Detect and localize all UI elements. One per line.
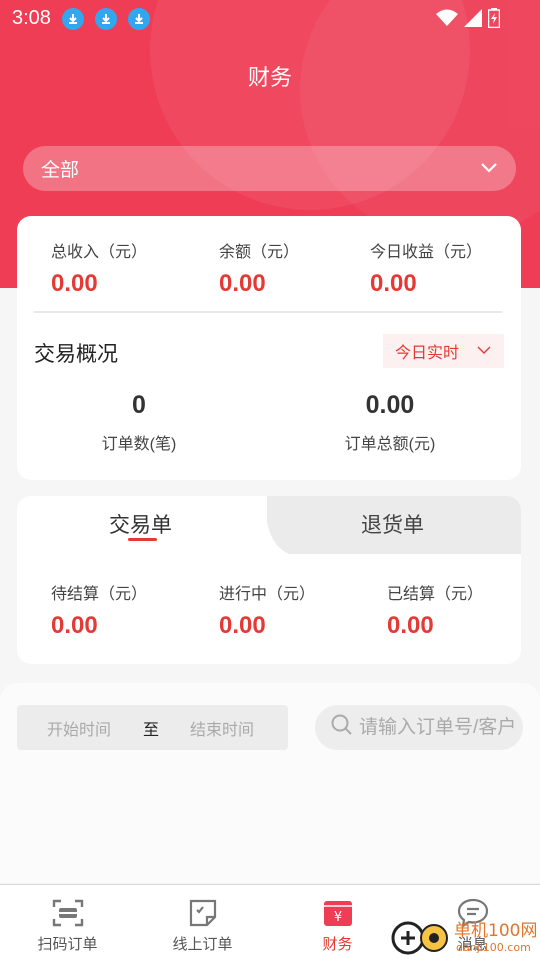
divider (34, 311, 502, 313)
date-separator: 至 (143, 721, 160, 739)
start-date-field[interactable]: 开始时间 (47, 716, 143, 740)
date-range-picker: 开始时间 至 结束时间 (17, 705, 288, 750)
selector-value: 全部 (41, 160, 80, 181)
stat-label: 进行中（元） (219, 586, 316, 603)
tab-divider-curve (249, 496, 289, 554)
tab-transactions[interactable]: 交易单 (109, 509, 172, 539)
tab-label: 线上订单 (172, 936, 233, 953)
order-total-label: 订单总额(元) (344, 436, 436, 453)
stat-label: 余额（元） (219, 244, 300, 261)
time-range-dropdown[interactable]: 今日实时 (383, 334, 504, 368)
order-total-value: 0.00 (365, 391, 415, 419)
tab-returns[interactable]: 退货单 (361, 509, 424, 539)
search-icon (331, 714, 353, 741)
yen-wallet-icon: ¥ (322, 897, 354, 929)
total-income-stat: 总收入（元） 0.00 (51, 238, 147, 298)
end-date-field[interactable]: 结束时间 (190, 716, 280, 740)
status-time: 3:08 (12, 7, 51, 29)
today-earnings-stat: 今日收益（元） 0.00 (370, 238, 482, 298)
page-title: 财务 (247, 65, 292, 90)
tab-label: 财务 (322, 936, 353, 953)
store-selector[interactable]: 全部 (23, 146, 516, 191)
stat-value: 0.00 (51, 612, 98, 639)
stat-value: 0.00 (219, 270, 266, 297)
search-input[interactable] (359, 716, 523, 739)
note-icon (187, 897, 219, 929)
active-tab-indicator (128, 538, 157, 541)
scan-icon (52, 897, 84, 929)
stat-value: 0.00 (219, 612, 266, 639)
wifi-icon (436, 9, 458, 32)
chevron-down-icon (480, 158, 498, 180)
order-type-tabs: 交易单 退货单 (17, 496, 521, 554)
signal-icon (464, 9, 482, 32)
stat-label: 待结算（元） (51, 586, 148, 603)
settled-stat: 已结算（元） 0.00 (387, 580, 483, 640)
order-count-stat: 0 订单数(笔) (79, 391, 199, 454)
tab-online-orders[interactable]: 线上订单 (135, 885, 270, 960)
balance-stat: 余额（元） 0.00 (219, 238, 299, 298)
tab-scan-orders[interactable]: 扫码订单 (0, 885, 135, 960)
svg-text:danji100.com: danji100.com (456, 941, 531, 954)
overview-title: 交易概况 (34, 343, 118, 366)
stat-label: 已结算（元） (387, 586, 484, 603)
download-icon (128, 8, 150, 30)
range-label: 今日实时 (395, 345, 460, 362)
svg-text:单机100网: 单机100网 (454, 921, 537, 941)
search-box[interactable] (315, 705, 523, 750)
settlement-card: 交易单 退货单 待结算（元） 0.00 进行中（元） 0.00 已结算（元） 0… (17, 496, 521, 664)
in-progress-stat: 进行中（元） 0.00 (219, 580, 315, 640)
watermark-logo: 单机100网 danji100.com (388, 914, 538, 956)
order-count-value: 0 (132, 391, 146, 419)
summary-card: 总收入（元） 0.00 余额（元） 0.00 今日收益（元） 0.00 交易概况… (17, 216, 521, 480)
order-total-stat: 0.00 订单总额(元) (320, 391, 460, 454)
stat-value: 0.00 (387, 612, 434, 639)
chevron-down-icon (477, 342, 491, 360)
svg-text:¥: ¥ (333, 910, 341, 925)
tab-label: 扫码订单 (37, 936, 98, 953)
stat-value: 0.00 (370, 270, 417, 297)
filter-panel: 开始时间 至 结束时间 (0, 683, 540, 883)
stat-label: 今日收益（元） (370, 244, 483, 261)
download-icon (62, 8, 84, 30)
battery-icon (487, 8, 501, 33)
tab-finance[interactable]: ¥ 财务 (270, 885, 405, 960)
stat-value: 0.00 (51, 270, 98, 297)
pending-settlement-stat: 待结算（元） 0.00 (51, 580, 147, 640)
stat-label: 总收入（元） (51, 244, 148, 261)
download-icon (95, 8, 117, 30)
status-bar: 3:08 (0, 0, 540, 36)
order-count-label: 订单数(笔) (101, 436, 177, 453)
